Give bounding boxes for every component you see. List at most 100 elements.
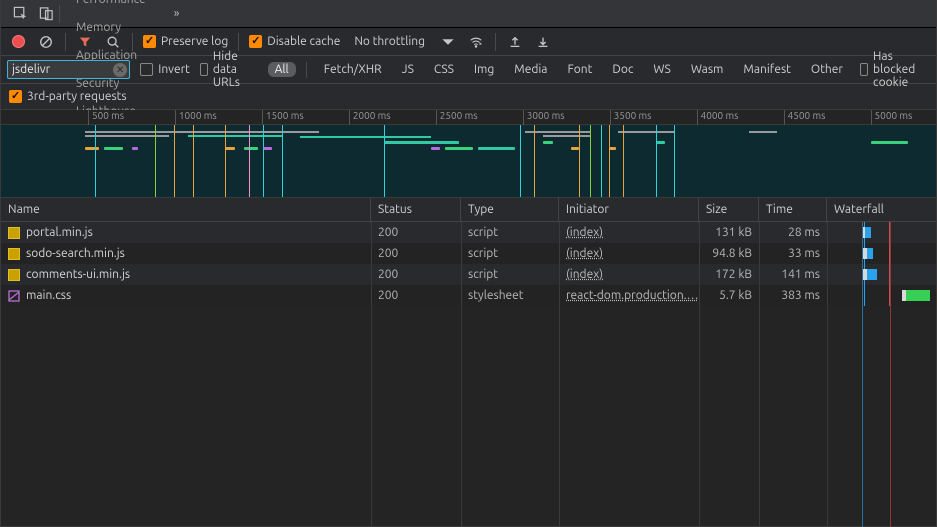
timeline-segment	[132, 147, 139, 150]
record-button[interactable]	[9, 33, 27, 51]
type-filter-js[interactable]: JS	[395, 62, 421, 77]
waterfall-marker	[864, 285, 865, 306]
cell-waterfall	[827, 264, 936, 285]
timeline-marker	[249, 125, 250, 197]
col-header-initiator[interactable]: Initiator	[559, 198, 699, 221]
type-filter-wasm[interactable]: Wasm	[684, 62, 731, 77]
table-row[interactable]: main.css200stylesheetreact-dom.productio…	[1, 285, 936, 306]
initiator-link[interactable]: react-dom.production.…	[566, 289, 699, 302]
waterfall-marker	[889, 285, 890, 306]
waterfall-bar	[862, 269, 877, 280]
css-file-icon	[8, 290, 20, 302]
file-name: main.css	[26, 289, 71, 302]
timeline-thin	[85, 131, 188, 133]
timeline-marker	[193, 125, 194, 197]
initiator-link[interactable]: (index)	[566, 226, 603, 239]
cell-size: 172 kB	[699, 264, 759, 285]
ruler-tick: 3500 ms	[610, 110, 611, 125]
timeline-thin	[85, 135, 169, 137]
import-har-icon[interactable]	[506, 33, 524, 51]
ruler-tick-label: 1500 ms	[266, 110, 304, 121]
requests-table: Name Status Type Initiator Size Time Wat…	[1, 198, 936, 527]
timeline-marker	[95, 125, 96, 197]
cell-initiator[interactable]: (index)	[559, 222, 699, 243]
col-header-name[interactable]: Name	[1, 198, 371, 221]
devtools-tabs: ElementsConsoleSourcesNetworkPerformance…	[1, 0, 936, 28]
col-header-status[interactable]: Status	[371, 198, 461, 221]
timeline-marker	[174, 125, 175, 197]
ruler-tick-label: 1000 ms	[179, 110, 217, 121]
js-file-icon	[8, 227, 20, 239]
table-row[interactable]: comments-ui.min.js200script(index)172 kB…	[1, 264, 936, 285]
cell-time: 383 ms	[759, 285, 827, 306]
timeline-ruler: 500 ms1000 ms1500 ms2000 ms2500 ms3000 m…	[1, 110, 936, 125]
throttling-select[interactable]: No throttling	[350, 35, 429, 48]
cell-waterfall	[827, 243, 936, 264]
search-icon[interactable]	[104, 33, 122, 51]
ruler-tick-label: 2500 ms	[440, 110, 478, 121]
ruler-tick-label: 5000 ms	[875, 110, 913, 121]
col-header-type[interactable]: Type	[461, 198, 559, 221]
filter-input[interactable]	[12, 63, 111, 76]
type-filter-font[interactable]: Font	[560, 62, 599, 77]
device-toolbar-icon[interactable]	[33, 0, 59, 28]
timeline-thin	[188, 135, 282, 137]
ruler-tick-label: 4000 ms	[701, 110, 739, 121]
separator	[495, 33, 496, 51]
timeline-marker	[674, 125, 675, 197]
cell-size: 5.7 kB	[699, 285, 759, 306]
type-filter-fetchxhr[interactable]: Fetch/XHR	[317, 62, 389, 77]
preserve-log-checkbox[interactable]: Preserve log	[143, 35, 228, 48]
cell-type: script	[461, 243, 559, 264]
invert-label: Invert	[158, 63, 190, 76]
cell-initiator[interactable]: (index)	[559, 243, 699, 264]
hide-data-urls-checkbox[interactable]: Hide data URLs	[200, 50, 258, 89]
type-filter-other[interactable]: Other	[804, 62, 850, 77]
ruler-tick-label: 2000 ms	[353, 110, 391, 121]
disable-cache-label: Disable cache	[267, 35, 340, 48]
type-filter-doc[interactable]: Doc	[605, 62, 640, 77]
type-filter-manifest[interactable]: Manifest	[736, 62, 797, 77]
table-row[interactable]: sodo-search.min.js200script(index)94.8 k…	[1, 243, 936, 264]
clear-filter-icon[interactable]: ✕	[113, 63, 127, 77]
third-party-checkbox[interactable]: 3rd-party requests	[9, 90, 127, 103]
inspect-icon[interactable]	[7, 0, 33, 28]
cell-type: script	[461, 264, 559, 285]
network-conditions-icon[interactable]	[467, 33, 485, 51]
col-header-time[interactable]: Time	[759, 198, 827, 221]
has-blocked-cookies-checkbox[interactable]: Has blocked cookie	[860, 50, 930, 89]
timeline-segment	[445, 147, 473, 150]
clear-button[interactable]	[37, 33, 55, 51]
cell-name: portal.min.js	[1, 222, 371, 243]
ruler-tick: 1500 ms	[262, 110, 263, 125]
col-header-waterfall[interactable]: Waterfall	[827, 198, 936, 221]
js-file-icon	[8, 269, 20, 281]
initiator-link[interactable]: (index)	[566, 268, 603, 281]
table-body: portal.min.js200script(index)131 kB28 ms…	[1, 222, 936, 527]
col-header-size[interactable]: Size	[699, 198, 759, 221]
file-name: portal.min.js	[26, 226, 93, 239]
type-filter-ws[interactable]: WS	[646, 62, 677, 77]
export-har-icon[interactable]	[534, 33, 552, 51]
timeline-thin	[300, 136, 431, 138]
invert-checkbox[interactable]: Invert	[140, 63, 190, 76]
cell-name: sodo-search.min.js	[1, 243, 371, 264]
cell-initiator[interactable]: (index)	[559, 264, 699, 285]
initiator-link[interactable]: (index)	[566, 247, 603, 260]
filter-toggle-icon[interactable]	[76, 33, 94, 51]
more-tabs-button[interactable]: »	[162, 7, 192, 20]
throttling-caret-icon[interactable]	[439, 33, 457, 51]
waterfall-marker	[889, 243, 890, 264]
type-filter-media[interactable]: Media	[507, 62, 554, 77]
filter-input-wrapper[interactable]: ✕	[7, 60, 130, 79]
table-row[interactable]: portal.min.js200script(index)131 kB28 ms	[1, 222, 936, 243]
type-filter-all[interactable]: All	[268, 62, 296, 77]
overview-timeline[interactable]: 500 ms1000 ms1500 ms2000 ms2500 ms3000 m…	[1, 110, 936, 198]
disable-cache-checkbox[interactable]: Disable cache	[249, 35, 340, 48]
type-filter-img[interactable]: Img	[467, 62, 501, 77]
type-filter-css[interactable]: CSS	[427, 62, 461, 77]
ruler-tick-label: 3500 ms	[614, 110, 652, 121]
cell-initiator[interactable]: react-dom.production.…	[559, 285, 699, 306]
timeline-marker	[579, 125, 580, 197]
tab-performance[interactable]: Performance	[60, 0, 162, 14]
